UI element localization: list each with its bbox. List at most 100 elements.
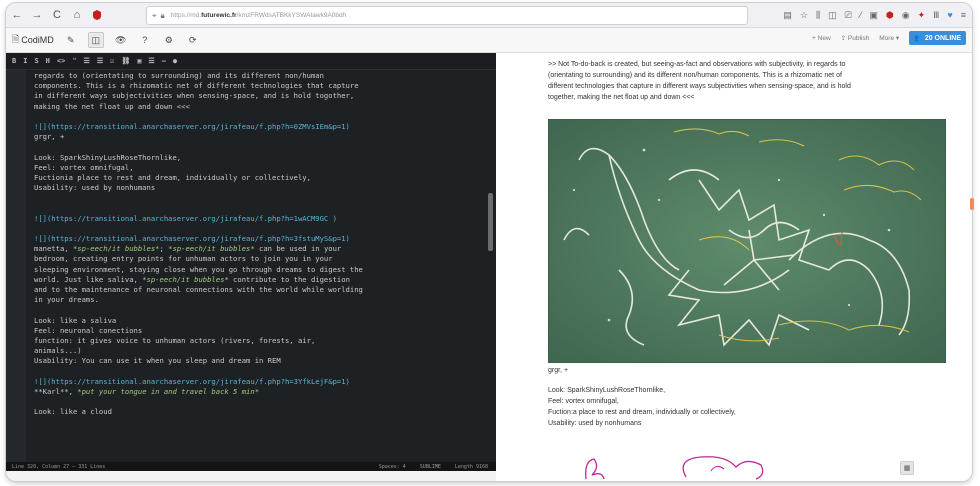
markdown-toolbar: B I S H <> ❝ ☰ ☰ ☑ ⛓ ▣ ☰ — ●: [6, 53, 496, 70]
code-line[interactable]: [34, 193, 484, 203]
indent-setting[interactable]: Spaces: 4: [379, 464, 406, 470]
back-icon[interactable]: ←: [8, 6, 26, 24]
md-tool-button[interactable]: B: [12, 57, 16, 65]
bookmark-star-icon[interactable]: ☆: [800, 10, 808, 21]
markdown-editor[interactable]: B I S H <> ❝ ☰ ☰ ☑ ⛓ ▣ ☰ — ● regards to (orientating …: [6, 53, 496, 471]
code-line[interactable]: bedroom, creating entry points for unhum…: [34, 254, 484, 264]
md-tool-button[interactable]: <>: [57, 57, 65, 65]
addon-icon[interactable]: ✦: [918, 10, 926, 21]
split-mode-icon[interactable]: ◫: [87, 32, 104, 48]
codimd-brand[interactable]: 🗎 CodiMD: [12, 32, 54, 48]
side-panel-tab[interactable]: [970, 198, 974, 210]
publish-button[interactable]: ⇪ Publish: [841, 34, 870, 42]
container-icon[interactable]: ▣: [869, 10, 878, 21]
code-line[interactable]: Look: SparkShinyLushRoseThornlike,: [34, 153, 484, 163]
code-line[interactable]: [34, 305, 484, 315]
code-line[interactable]: **Karl**, *put your tongue in and travel…: [34, 387, 484, 397]
code-line[interactable]: regards to (orientating to surrounding) …: [34, 71, 484, 81]
code-text: Feel: neuronal conections: [34, 325, 143, 335]
new-button[interactable]: + New: [812, 35, 831, 42]
reader-icon[interactable]: ▤: [783, 10, 792, 21]
expand-icon[interactable]: ▦: [900, 461, 914, 475]
reader-view-icon[interactable]: Ⅲ: [933, 10, 939, 21]
editor-status-bar: Line 320, Column 27 — 331 Lines Spaces: …: [6, 462, 496, 471]
library-icon[interactable]: ⫼: [816, 10, 820, 21]
url-bar[interactable]: ⌖ 🔒︎ https://md.futurewic.fr/kmzFRWdsATB…: [146, 6, 748, 25]
ublock-ext-icon[interactable]: ⬢: [886, 10, 894, 21]
code-line[interactable]: ![](https://transitional.anarchaserver.o…: [34, 122, 484, 132]
code-emphasis-text: *sp-eech/it bubbles*: [168, 244, 255, 254]
intro-line: different technologies that capture in d…: [548, 83, 851, 90]
code-line[interactable]: sleeping environment, staying close when…: [34, 265, 484, 275]
code-line[interactable]: Look: like a cloud: [34, 407, 484, 417]
screenshot-icon[interactable]: ⎚: [845, 10, 852, 21]
view-mode-icon[interactable]: 👁︎: [114, 33, 128, 47]
desc-line: Usability: used by nonhumans: [548, 420, 642, 427]
code-line[interactable]: ![](https://transitional.anarchaserver.o…: [34, 377, 484, 387]
code-line[interactable]: [34, 203, 484, 213]
code-line[interactable]: Fuctionia place to rest and dream, indiv…: [34, 173, 484, 183]
code-line[interactable]: Usability: used by nonhumans: [34, 183, 484, 193]
code-line[interactable]: Look: like a saliva: [34, 316, 484, 326]
md-tool-button[interactable]: ❝: [72, 57, 76, 65]
md-tool-button[interactable]: ☑: [110, 57, 114, 65]
md-tool-button[interactable]: ☰: [148, 57, 154, 65]
forward-icon[interactable]: →: [28, 6, 46, 24]
code-line[interactable]: Feel: vortex omnifugal,: [34, 163, 484, 173]
code-line[interactable]: [34, 224, 484, 234]
md-tool-button[interactable]: ⛓: [121, 57, 130, 65]
md-tool-button[interactable]: ●: [173, 57, 177, 65]
md-tool-button[interactable]: ☰: [84, 57, 90, 65]
code-line[interactable]: [34, 366, 484, 376]
md-tool-button[interactable]: S: [34, 57, 38, 65]
code-line[interactable]: animals...): [34, 346, 484, 356]
settings-icon[interactable]: ⚙: [162, 33, 176, 47]
sync-icon[interactable]: ⟳: [186, 33, 200, 47]
code-line[interactable]: ![](https://transitional.anarchaserver.o…: [34, 214, 484, 224]
code-line[interactable]: function: it gives voice to unhuman acto…: [34, 336, 484, 346]
more-menu[interactable]: More ▾: [879, 34, 899, 42]
md-tool-button[interactable]: —: [162, 57, 166, 65]
annotate-icon[interactable]: ⁄: [860, 10, 862, 20]
code-area[interactable]: regards to (orientating to surrounding) …: [34, 71, 484, 459]
page-info-icon[interactable]: ⌖: [152, 11, 157, 21]
code-line[interactable]: [34, 397, 484, 407]
chalk-drawing-image[interactable]: [548, 119, 946, 363]
code-line[interactable]: Usability: You can use it when you sleep…: [34, 356, 484, 366]
md-tool-button[interactable]: I: [23, 57, 27, 65]
code-text: manetta,: [34, 244, 73, 254]
code-line[interactable]: manetta, *sp-eech/it bubbles*; *sp-eech/…: [34, 244, 484, 254]
code-text: in different ways subjectivities when se…: [34, 91, 355, 101]
online-users-button[interactable]: 👥 20 ONLINE: [909, 31, 966, 45]
menu-icon[interactable]: ≡: [961, 10, 966, 20]
code-line[interactable]: making the net float up and down <<<: [34, 102, 484, 112]
home-icon[interactable]: ⌂: [68, 6, 86, 24]
code-line[interactable]: ![](https://transitional.anarchaserver.o…: [34, 234, 484, 244]
code-line[interactable]: in different ways subjectivities when se…: [34, 91, 484, 101]
code-emphasis-text: *put your tongue in and travel back 5 mi…: [77, 386, 260, 396]
edit-mode-icon[interactable]: ✎: [64, 33, 78, 47]
md-tool-button[interactable]: H: [46, 57, 50, 65]
keymap-setting[interactable]: SUBLIME: [420, 464, 441, 470]
file-icon: 🗎: [12, 34, 20, 44]
code-line[interactable]: [34, 142, 484, 152]
code-line[interactable]: grgr, +: [34, 132, 484, 142]
code-line[interactable]: [34, 112, 484, 122]
code-line[interactable]: Feel: neuronal conections: [34, 326, 484, 336]
help-icon[interactable]: ?: [138, 33, 152, 47]
code-line[interactable]: in your dreams.: [34, 295, 484, 305]
reload-icon[interactable]: C: [48, 6, 66, 24]
privacy-icon[interactable]: ◉: [902, 10, 910, 21]
code-text: can be used in your: [254, 244, 342, 254]
md-tool-button[interactable]: ▣: [137, 57, 141, 65]
md-tool-button[interactable]: ☰: [97, 57, 103, 65]
pocket-icon[interactable]: ♥: [947, 10, 952, 20]
online-count: 20 ONLINE: [924, 35, 961, 42]
ublock-icon[interactable]: [88, 6, 106, 24]
code-line[interactable]: and to the maintenance of neuronal conne…: [34, 285, 484, 295]
editor-scrollbar[interactable]: [488, 193, 493, 251]
sidebar-icon[interactable]: ◫: [828, 10, 837, 21]
code-line[interactable]: world. Just like saliva, *sp-eech/it bub…: [34, 275, 484, 285]
browser-toolbar: ← → C ⌂ ⌖ 🔒︎ https://md.futurewic.fr/kmz…: [6, 3, 972, 28]
code-line[interactable]: components. This is a rhizomatic net of …: [34, 81, 484, 91]
